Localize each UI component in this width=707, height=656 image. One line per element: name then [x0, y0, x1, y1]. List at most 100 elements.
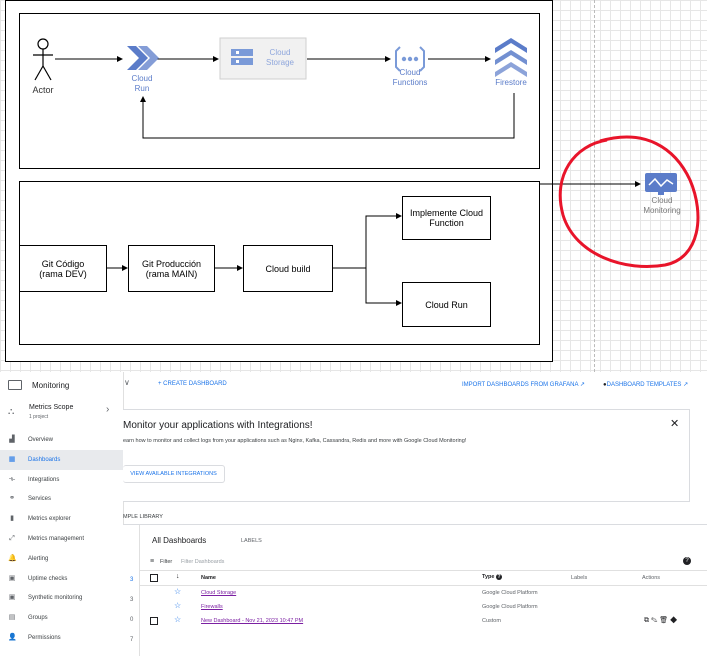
sidebar-item-alerting[interactable]: 🔔 Alerting	[0, 549, 123, 569]
actor-label: Actor	[32, 85, 54, 95]
cloud-run-icon	[127, 46, 159, 70]
sidebar-item-label: Permissions	[28, 635, 61, 641]
sidebar-item-metrics-management[interactable]: ⤢ Metrics management	[0, 529, 123, 549]
dashboards-icon: ▦	[8, 455, 16, 463]
label-icon[interactable]: ◆	[670, 617, 677, 624]
counts-column: 3 3 0 7	[123, 525, 140, 656]
side-navigation: Monitoring ⛬ Metrics Scope 1 project › ▟…	[0, 372, 124, 656]
git-codigo-box: Git Código (rama DEV)	[19, 245, 107, 292]
permissions-icon: 👤	[8, 634, 17, 641]
create-dashboard-button[interactable]: + CREATE DASHBOARD	[158, 381, 227, 387]
tab-all-dashboards[interactable]: All Dashboards	[152, 536, 206, 545]
sample-library-label[interactable]: MPLE LIBRARY	[123, 514, 163, 520]
dashboard-name-link[interactable]: Cloud Storage	[201, 590, 236, 596]
banner-body: earn how to monitor and collect logs fro…	[123, 438, 467, 444]
integrations-banner: Monitor your applications with Integrati…	[123, 409, 690, 502]
sidebar-item-services[interactable]: ⚭ Services	[0, 489, 123, 509]
cloud-monitoring-label: Cloud Monitoring	[643, 196, 681, 215]
help-icon[interactable]: ?	[683, 557, 691, 565]
tab-labels[interactable]: LABELS	[241, 538, 262, 544]
delete-icon[interactable]: 🗑	[659, 617, 668, 624]
star-icon[interactable]: ☆	[174, 615, 181, 624]
external-link-icon: ↗	[681, 382, 689, 388]
sidebar-item-label: Alerting	[28, 555, 49, 562]
table-row[interactable]: ☆ New Dashboard - Nov 21, 2023 10:47 PM Cu…	[140, 614, 707, 628]
dashboard-type: Google Cloud Platform	[482, 590, 538, 596]
sidebar-item-integrations[interactable]: ⟛ Integrations	[0, 470, 123, 490]
metrics-scope-selector[interactable]: ⛬ Metrics Scope 1 project ›	[0, 402, 123, 424]
services-icon: ⚭	[9, 495, 15, 503]
select-all-checkbox[interactable]	[150, 574, 158, 582]
metrics-explorer-icon: ▮	[10, 515, 14, 523]
cloud-functions-label: Cloud Functions	[392, 68, 428, 87]
sidebar-item-uptime-checks[interactable]: ▣ Uptime checks	[0, 569, 123, 589]
metrics-scope-subtitle: 1 project	[29, 414, 49, 420]
filter-label: Filter	[160, 559, 173, 565]
view-integrations-button[interactable]: VIEW AVAILABLE INTEGRATIONS	[123, 465, 225, 483]
sidebar-item-groups[interactable]: ▤ Groups	[0, 608, 123, 628]
sidebar-item-permissions[interactable]: 👤 Permissions	[0, 628, 123, 648]
copy-icon[interactable]: ⧉	[644, 617, 649, 624]
star-icon[interactable]: ☆	[174, 601, 181, 610]
sidebar-item-overview[interactable]: ▟ Overview	[0, 430, 123, 450]
dashboard-name-link[interactable]: New Dashboard - Nov 21, 2023 10:47 PM	[201, 618, 303, 624]
actor-icon	[33, 38, 53, 81]
close-icon[interactable]: ✕	[670, 417, 679, 430]
synthetic-icon: ▣	[8, 594, 16, 602]
sidebar-item-label: Metrics management	[28, 536, 85, 542]
filter-input[interactable]: Filter Dashboards	[181, 559, 224, 565]
pipeline-cloud-run-box: Cloud Run	[402, 282, 491, 327]
metrics-scope-title: Metrics Scope	[29, 404, 74, 411]
filter-bar[interactable]: ≡ Filter Filter Dashboards ?	[140, 554, 707, 571]
diagram-connectors	[33, 37, 700, 306]
git-produccion-box: Git Producción (rama MAIN)	[128, 245, 215, 292]
collapse-chevron-icon[interactable]: ∨	[124, 378, 130, 387]
groups-icon: ▤	[8, 614, 16, 622]
sort-arrow-icon[interactable]: ↓	[176, 573, 180, 580]
sidebar-item-label: Groups	[28, 615, 48, 622]
import-grafana-button[interactable]: IMPORT DASHBOARDS FROM GRAFANA ↗	[462, 381, 585, 388]
count-item: 7	[130, 637, 134, 643]
dashboard-type: Custom	[482, 618, 501, 624]
cloud-build-box: Cloud build	[243, 245, 333, 292]
sidebar-item-synthetic-monitoring[interactable]: ▣ Synthetic monitoring	[0, 588, 123, 608]
col-type[interactable]: Type ?	[482, 574, 502, 580]
monitoring-console: Monitoring ⛬ Metrics Scope 1 project › ▟…	[0, 372, 707, 656]
product-title: Monitoring	[32, 380, 70, 390]
col-labels: Labels	[571, 575, 588, 581]
uptime-icon: ▣	[8, 574, 16, 582]
dashboard-templates-label: DASHBOARD TEMPLATES	[606, 382, 682, 388]
star-icon[interactable]: ☆	[174, 587, 181, 596]
dashboard-name-link[interactable]: Firewalls	[201, 604, 223, 610]
table-row[interactable]: ☆ Cloud Storage Google Cloud Platform	[140, 586, 707, 600]
sidebar-item-label: Metrics explorer	[28, 516, 71, 523]
table-header: ↓ Name Type ? Labels Actions	[140, 571, 707, 586]
row-checkbox[interactable]	[150, 617, 158, 625]
cloud-build-label: Cloud build	[265, 263, 311, 274]
count-item: 0	[130, 617, 134, 623]
section-divider	[123, 524, 707, 525]
metrics-scope-icon: ⛬	[8, 406, 15, 416]
pipeline-cloud-run-label: Cloud Run	[425, 299, 468, 310]
external-link-icon: ↗	[579, 382, 585, 388]
col-name[interactable]: Name	[201, 575, 216, 581]
monitoring-header: Monitoring	[0, 377, 123, 393]
edit-icon[interactable]: ✎	[651, 617, 657, 624]
git-codigo-label: Git Código (rama DEV)	[39, 258, 87, 279]
cloud-storage-label: Cloud Storage	[265, 48, 295, 67]
dashboard-templates-button[interactable]: ●DASHBOARD TEMPLATES ↗	[603, 381, 688, 388]
cloud-monitoring-icon	[645, 173, 677, 195]
overview-icon: ▟	[9, 436, 15, 443]
architecture-diagram: Actor Cloud Run Cloud Storage Cloud Func…	[0, 0, 707, 372]
sidebar-item-label: Dashboards	[28, 456, 61, 463]
type-help-icon: ?	[495, 574, 502, 580]
table-row[interactable]: ☆ Firewalls Google Cloud Platform	[140, 600, 707, 614]
metrics-management-icon: ⤢	[9, 535, 15, 542]
alerting-icon: 🔔	[8, 554, 17, 562]
firestore-label: Firestore	[495, 78, 527, 87]
col-actions: Actions	[642, 575, 661, 581]
git-produccion-label: Git Producción (rama MAIN)	[141, 258, 202, 279]
sidebar-item-metrics-explorer[interactable]: ▮ Metrics explorer	[0, 509, 123, 529]
count-item: 3	[130, 577, 134, 583]
sidebar-item-dashboards[interactable]: ▦ Dashboards	[0, 449, 123, 470]
